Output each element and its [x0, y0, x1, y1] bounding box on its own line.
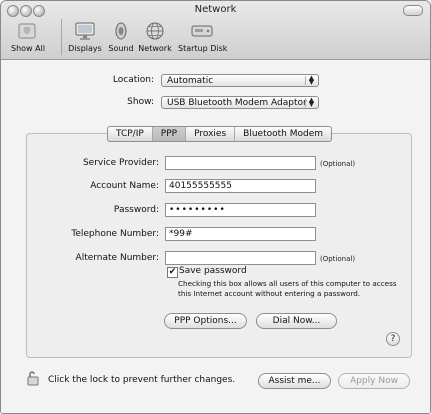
- show-popup[interactable]: USB Bluetooth Modem Adaptor ▲ ▼: [161, 96, 319, 109]
- location-popup[interactable]: Automatic ▲ ▼: [161, 74, 319, 87]
- password-field[interactable]: •••••••••: [165, 203, 316, 217]
- title-toolbar: Network Show All Displays Sound Network …: [1, 1, 430, 60]
- toolbar-show-all[interactable]: Show All: [11, 19, 46, 53]
- tab-bluetooth-modem[interactable]: Bluetooth Modem: [235, 127, 331, 141]
- ppp-options-button[interactable]: PPP Options...: [164, 313, 247, 329]
- show-label: Show:: [127, 97, 154, 107]
- alternate-number-label: Alternate Number:: [75, 253, 159, 263]
- network-window: Network Show All Displays Sound Network …: [0, 0, 431, 414]
- toolbar-label: Startup Disk: [178, 44, 228, 53]
- apply-now-button[interactable]: Apply Now: [338, 373, 410, 389]
- window-title: Network: [194, 4, 237, 15]
- password-label: Password:: [113, 205, 159, 215]
- lock-text: Click the lock to prevent further change…: [48, 375, 236, 385]
- popup-arrows-icon: ▲ ▼: [305, 75, 317, 86]
- toolbar-label: Sound: [108, 44, 134, 53]
- speaker-icon: [108, 19, 134, 43]
- tab-ppp[interactable]: PPP: [152, 127, 187, 141]
- toolbar-label: Displays: [68, 44, 102, 53]
- toolbar-label: Show All: [11, 44, 46, 53]
- toolbar-toggle-button[interactable]: [403, 5, 423, 16]
- network-pane: Location: Automatic ▲ ▼ Show: USB Bluetoo…: [1, 60, 430, 413]
- alternate-number-field[interactable]: [165, 251, 316, 265]
- location-label: Location:: [112, 75, 154, 85]
- disk-icon: [189, 19, 215, 43]
- tab-tcpip[interactable]: TCP/IP: [108, 127, 153, 141]
- popup-arrows-icon: ▲ ▼: [305, 97, 317, 108]
- lock-icon[interactable]: [25, 369, 43, 387]
- display-icon: [72, 19, 98, 43]
- assist-me-button[interactable]: Assist me...: [258, 373, 331, 389]
- telephone-number-field[interactable]: *99#: [165, 227, 316, 241]
- account-name-label: Account Name:: [90, 181, 159, 191]
- service-provider-label: Service Provider:: [82, 158, 159, 168]
- globe-icon: [142, 19, 168, 43]
- telephone-number-label: Telephone Number:: [71, 229, 159, 239]
- save-password-label: Save password: [179, 266, 247, 276]
- service-provider-field[interactable]: [165, 156, 316, 170]
- dial-now-button[interactable]: Dial Now...: [256, 313, 337, 329]
- toolbar-displays[interactable]: Displays: [68, 19, 102, 53]
- save-password-hint: Checking this box allows all users of th…: [178, 279, 397, 298]
- toolbar-startup-disk[interactable]: Startup Disk: [178, 19, 228, 53]
- toolbar-separator: [61, 19, 62, 55]
- apple-icon: [14, 19, 40, 43]
- optional-note: (Optional): [320, 160, 356, 168]
- toolbar-label: Network: [138, 44, 172, 53]
- location-value: Automatic: [167, 76, 214, 86]
- toolbar-network[interactable]: Network: [138, 19, 172, 53]
- help-button[interactable]: ?: [386, 332, 400, 346]
- show-value: USB Bluetooth Modem Adaptor: [167, 98, 307, 108]
- save-password-checkbox[interactable]: ✔: [167, 267, 178, 278]
- tab-proxies[interactable]: Proxies: [186, 127, 236, 141]
- toolbar-sound[interactable]: Sound: [107, 19, 135, 53]
- optional-note: (Optional): [320, 255, 356, 263]
- tab-bar: TCP/IP PPP Proxies Bluetooth Modem: [107, 126, 332, 142]
- account-name-field[interactable]: 40155555555: [165, 179, 316, 193]
